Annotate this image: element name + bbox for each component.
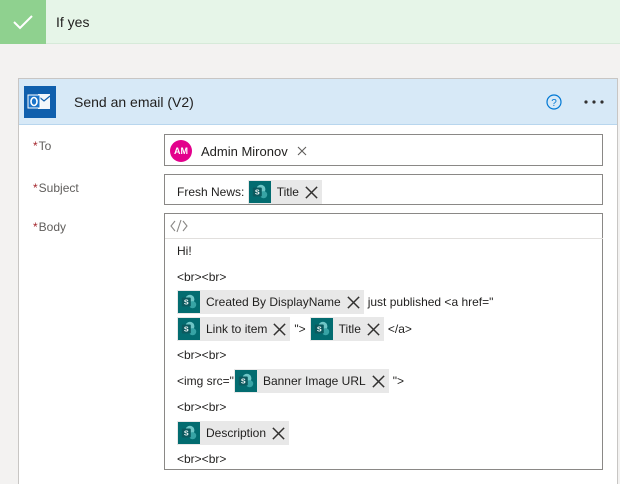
body-text-line: "> [294, 322, 306, 336]
to-field[interactable]: AM Admin Mironov [164, 134, 603, 166]
dynamic-content-token[interactable]: Link to item [177, 317, 291, 341]
dynamic-content-token[interactable]: Title [247, 180, 322, 204]
checkmark-icon [0, 0, 46, 44]
outlook-icon [24, 86, 56, 118]
body-text-line: <img src=" [177, 374, 234, 388]
subject-label: *Subject [33, 181, 79, 195]
dynamic-content-token[interactable]: Description [177, 421, 290, 445]
dynamic-content-token[interactable]: Title [309, 317, 384, 341]
dynamic-content-token[interactable]: Banner Image URL [233, 369, 389, 393]
subject-field[interactable]: Fresh News: Title [164, 174, 603, 205]
body-text-line: <br><br> [177, 270, 227, 284]
sharepoint-icon [234, 370, 257, 392]
remove-token-icon[interactable] [271, 426, 286, 441]
to-label: *To [33, 139, 52, 153]
body-label: *Body [33, 220, 67, 234]
action-title: Send an email (V2) [74, 94, 194, 110]
body-text-line: <br><br> [177, 400, 227, 414]
remove-token-icon[interactable] [272, 322, 287, 337]
body-text-line: Hi! [177, 244, 192, 258]
more-options-icon[interactable] [582, 92, 606, 112]
remove-token-icon[interactable] [346, 295, 361, 310]
sharepoint-icon [248, 181, 271, 203]
body-text-line: <br><br> [177, 348, 227, 362]
branch-title: If yes [56, 14, 90, 30]
remove-token-icon[interactable] [371, 374, 386, 389]
body-text-line: just published <a href=" [367, 295, 494, 309]
body-toolbar [165, 214, 603, 239]
body-field[interactable]: Hi! <br><br> Created By DisplayName just… [164, 213, 603, 470]
remove-token-icon[interactable] [304, 185, 319, 200]
body-text-line: "> [392, 374, 404, 388]
sharepoint-icon [310, 318, 333, 340]
send-email-action-card: Send an email (V2) ? *To AM Admin Mirono… [18, 78, 618, 484]
remove-token-icon[interactable] [366, 322, 381, 337]
help-icon[interactable]: ? [546, 94, 562, 110]
condition-branch-header[interactable]: If yes [0, 0, 620, 44]
sharepoint-icon [178, 291, 200, 313]
body-text-line: <br><br> [177, 452, 227, 466]
subject-text: Fresh News: [177, 185, 248, 199]
body-text-line: </a> [387, 322, 412, 336]
recipient-name: Admin Mironov [201, 143, 288, 159]
action-header[interactable]: Send an email (V2) ? [19, 79, 617, 125]
avatar: AM [170, 140, 192, 162]
sharepoint-icon [178, 422, 200, 444]
sharepoint-icon [178, 318, 200, 340]
svg-text:?: ? [551, 98, 557, 109]
code-view-icon[interactable] [170, 219, 188, 233]
remove-recipient-icon[interactable] [297, 146, 307, 156]
dynamic-content-token[interactable]: Created By DisplayName [177, 290, 364, 314]
recipient-chip: AM Admin Mironov [170, 140, 307, 162]
